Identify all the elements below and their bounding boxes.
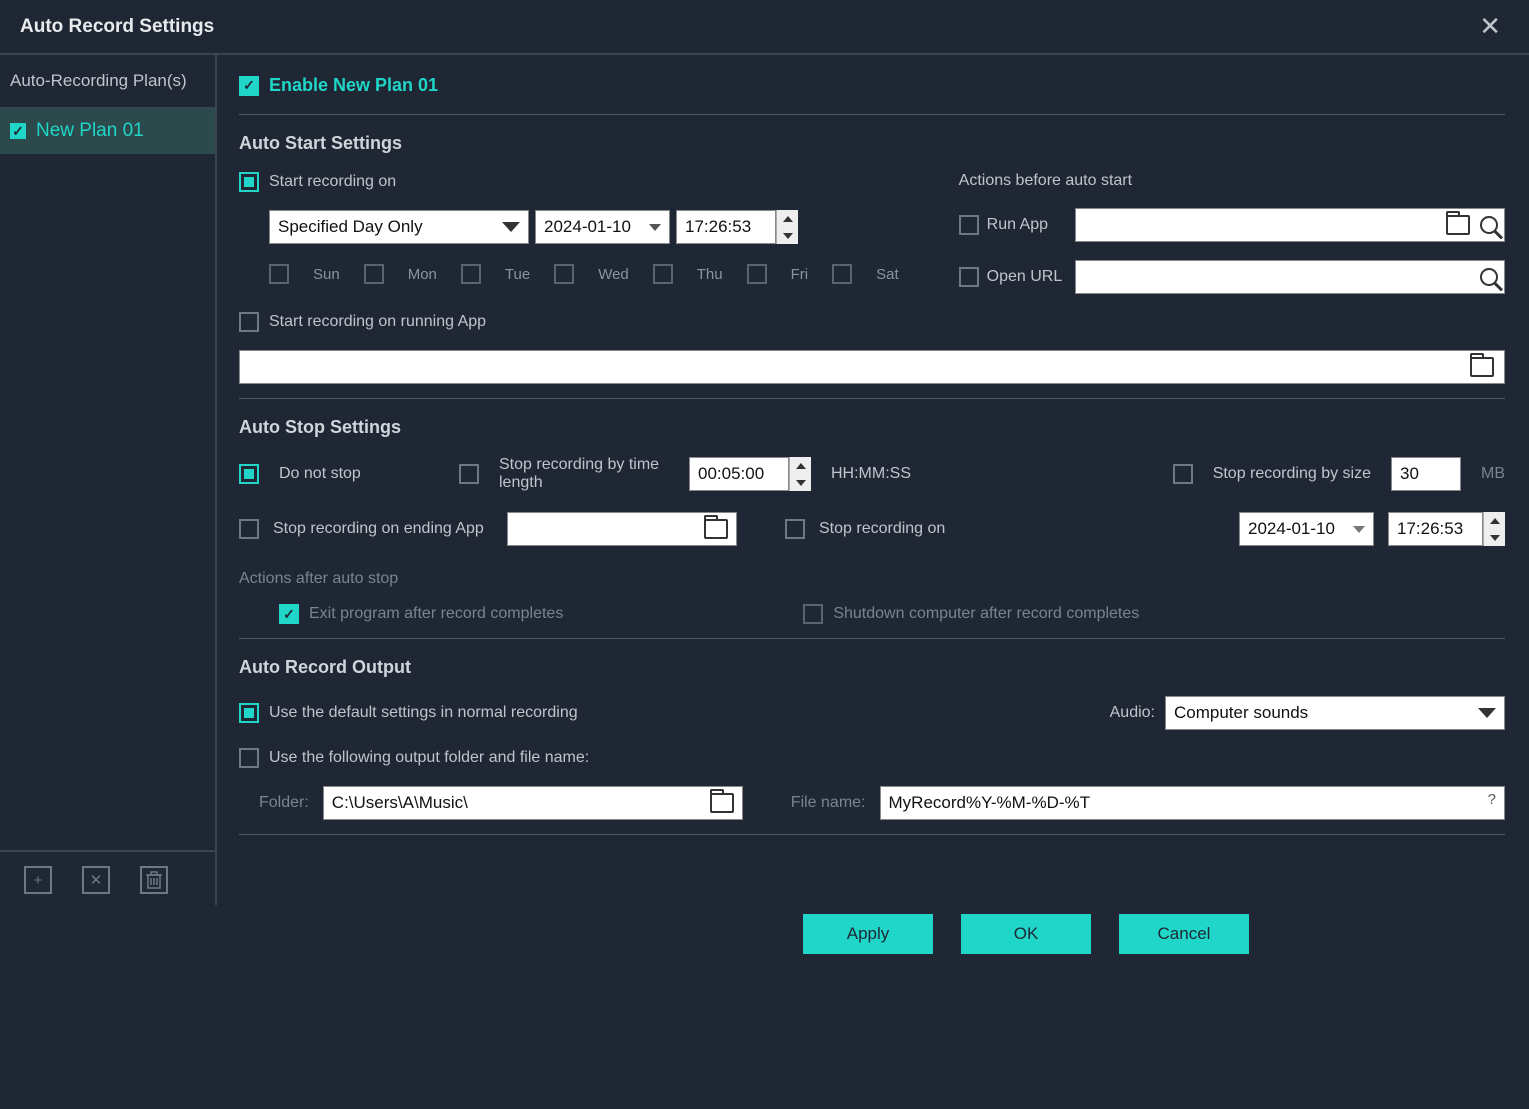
add-plan-button[interactable]: + [24,866,52,894]
search-icon[interactable] [1480,216,1498,234]
shutdown-checkbox[interactable] [803,604,823,624]
day-fri-checkbox[interactable] [747,264,767,284]
size-unit: MB [1481,465,1505,483]
day-thu-checkbox[interactable] [653,264,673,284]
output-title: Auto Record Output [239,657,1505,678]
start-on-app-label: Start recording on running App [269,313,486,331]
actions-before-label: Actions before auto start [959,172,1505,190]
footer: Apply OK Cancel [783,899,1269,969]
chevron-down-icon [649,224,661,231]
search-icon[interactable] [1480,268,1498,286]
ending-app-input[interactable] [507,512,737,546]
open-url-checkbox[interactable] [959,267,979,287]
open-url-label: Open URL [987,268,1067,286]
day-tue-checkbox[interactable] [461,264,481,284]
start-on-app-checkbox[interactable] [239,312,259,332]
default-output-label: Use the default settings in normal recor… [269,704,578,722]
folder-icon[interactable] [710,793,734,813]
ending-app-checkbox[interactable] [239,519,259,539]
run-app-checkbox[interactable] [959,215,979,235]
start-mode-select[interactable]: Specified Day Only [269,210,529,244]
start-on-checkbox[interactable] [239,172,259,192]
chevron-down-icon [1353,526,1365,533]
enable-checkbox[interactable] [239,76,259,96]
day-row: Sun Mon Tue Wed Thu Fri Sat [269,264,899,284]
checkbox-icon [10,123,26,139]
actions-after-label: Actions after auto stop [239,570,1505,588]
chevron-down-icon [502,222,520,232]
open-url-input[interactable] [1075,260,1505,294]
trash-icon [146,871,162,889]
folder-icon[interactable] [704,519,728,539]
stop-date-input[interactable]: 2024-01-10 [1239,512,1374,546]
audio-label: Audio: [1110,704,1155,722]
time-spinner[interactable] [776,210,798,244]
audio-select[interactable]: Computer sounds [1165,696,1505,730]
by-size-label: Stop recording by size [1213,465,1371,483]
run-app-label: Run App [987,216,1067,234]
run-app-input[interactable] [1075,208,1505,242]
start-time-input[interactable]: 17:26:53 [676,210,776,244]
time-spinner[interactable] [1483,512,1505,546]
ok-button[interactable]: OK [961,914,1091,954]
titlebar: Auto Record Settings ✕ [0,0,1529,55]
remove-plan-button[interactable]: ✕ [82,866,110,894]
day-mon-checkbox[interactable] [364,264,384,284]
help-icon[interactable]: ? [1488,791,1496,808]
start-date-input[interactable]: 2024-01-10 [535,210,670,244]
ending-app-label: Stop recording on ending App [273,520,493,538]
sidebar-toolbar: + ✕ [0,850,217,905]
plan-name: New Plan 01 [36,120,144,142]
filename-label: File name: [791,794,866,812]
close-icon[interactable]: ✕ [1471,7,1509,46]
auto-start-title: Auto Start Settings [239,133,1505,154]
custom-output-checkbox[interactable] [239,748,259,768]
do-not-stop-label: Do not stop [279,465,439,483]
delete-plan-button[interactable] [140,866,168,894]
sidebar: Auto-Recording Plan(s) New Plan 01 [0,55,217,850]
apply-button[interactable]: Apply [803,914,933,954]
time-length-input[interactable]: 00:05:00 [689,457,789,491]
stop-on-label: Stop recording on [819,520,945,538]
day-wed-checkbox[interactable] [554,264,574,284]
do-not-stop-checkbox[interactable] [239,464,259,484]
folder-input[interactable]: C:\Users\A\Music\ [323,786,743,820]
exit-checkbox[interactable] [279,604,299,624]
folder-label: Folder: [259,794,309,812]
folder-icon[interactable] [1446,215,1470,235]
window-title: Auto Record Settings [20,16,214,38]
cancel-button[interactable]: Cancel [1119,914,1249,954]
by-time-checkbox[interactable] [459,464,479,484]
stop-time-input[interactable]: 17:26:53 [1388,512,1483,546]
size-input[interactable] [1391,457,1461,491]
default-output-checkbox[interactable] [239,703,259,723]
sidebar-header: Auto-Recording Plan(s) [0,55,215,108]
by-size-checkbox[interactable] [1173,464,1193,484]
filename-input[interactable]: MyRecord%Y-%M-%D-%T ? [880,786,1506,820]
shutdown-label: Shutdown computer after record completes [833,605,1139,623]
chevron-down-icon [1478,708,1496,718]
custom-output-label: Use the following output folder and file… [269,749,589,767]
day-sun-checkbox[interactable] [269,264,289,284]
exit-label: Exit program after record completes [309,605,563,623]
by-time-label: Stop recording by time length [499,456,669,492]
start-on-label: Start recording on [269,173,396,191]
stop-on-checkbox[interactable] [785,519,805,539]
day-sat-checkbox[interactable] [832,264,852,284]
content: Enable New Plan 01 Auto Start Settings S… [217,55,1529,850]
enable-label: Enable New Plan 01 [269,75,438,96]
time-unit-label: HH:MM:SS [831,465,911,483]
auto-stop-title: Auto Stop Settings [239,417,1505,438]
folder-icon[interactable] [1470,357,1494,377]
running-app-input[interactable] [239,350,1505,384]
sidebar-item-plan[interactable]: New Plan 01 [0,108,215,154]
time-spinner[interactable] [789,457,811,491]
